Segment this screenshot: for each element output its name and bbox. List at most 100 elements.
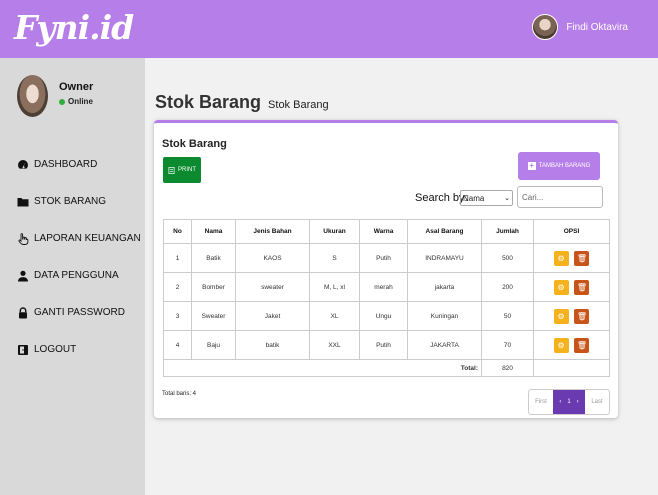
cell: Jaket (235, 301, 310, 331)
profile-name: Owner (59, 81, 94, 93)
gear-icon: ⚙ (557, 311, 565, 321)
sidebar-item-ganti-password[interactable]: GANTI PASSWORD (17, 294, 141, 331)
cell: 1 (163, 243, 192, 273)
cell: INDRAMAYU (407, 243, 482, 273)
cell: 2 (163, 272, 192, 302)
cell: 200 (481, 272, 534, 302)
sidebar-item-label: STOK BARANG (34, 196, 107, 207)
cell: Putih (359, 330, 408, 360)
user-name: Findi Oktavira (566, 21, 628, 33)
status-text: Online (68, 97, 93, 106)
total-baris: Total baris: 4 (162, 391, 197, 397)
cell: 50 (481, 301, 534, 331)
top-bar: Fyni.id Findi Oktavira (0, 0, 658, 58)
cell: Kuningan (407, 301, 482, 331)
pager-prev[interactable]: ‹ (559, 399, 561, 405)
total-value: 820 (481, 359, 534, 377)
search-by-select[interactable]: Nama ⌄ (460, 190, 513, 206)
delete-button[interactable]: 🗑 (574, 279, 590, 295)
tambah-barang-button[interactable]: + TAMBAH BARANG (518, 152, 600, 180)
opsi-cell: ⚙ 🗑 (533, 272, 610, 302)
gear-icon: ⚙ (557, 253, 565, 263)
opsi-cell: ⚙ 🗑 (533, 330, 610, 360)
chevron-down-icon: ⌄ (504, 195, 510, 202)
cell: KAOS (235, 243, 310, 273)
sidebar-item-laporan-keuangan[interactable]: LAPORAN KEUANGAN (17, 220, 141, 257)
pager-current[interactable]: ‹ 1 › (553, 390, 585, 414)
sidebar-item-logout[interactable]: LOGOUT (17, 331, 141, 368)
lock-icon (19, 306, 27, 318)
search-placeholder: Cari... (522, 192, 544, 202)
cell: batik (235, 330, 310, 360)
page-title: Stok Barang Stok Barang (155, 92, 329, 113)
tambah-label: TAMBAH BARANG (538, 163, 591, 169)
cell: XL (309, 301, 360, 331)
print-button[interactable]: PRINT (163, 157, 201, 183)
table-row: 4 Baju batik XXL Putih JAKARTA 70 ⚙ 🗑 (163, 330, 610, 360)
delete-button[interactable]: 🗑 (574, 308, 590, 324)
logout-icon (18, 344, 28, 355)
delete-button[interactable]: 🗑 (574, 250, 590, 266)
edit-button[interactable]: ⚙ (553, 279, 569, 295)
delete-button[interactable]: 🗑 (574, 337, 590, 353)
user-menu[interactable]: Findi Oktavira (532, 14, 628, 40)
table-header-row: No Nama Jenis Bahan Ukuran Warna Asal Ba… (163, 219, 610, 244)
pager-last[interactable]: Last (585, 390, 609, 414)
sidebar-item-stok-barang[interactable]: STOK BARANG (17, 183, 141, 220)
card-title: Stok Barang (162, 138, 227, 150)
stok-table: No Nama Jenis Bahan Ukuran Warna Asal Ba… (163, 219, 610, 377)
col-header: Asal Barang (407, 219, 482, 244)
cell: Batik (191, 243, 236, 273)
edit-button[interactable]: ⚙ (553, 308, 569, 324)
table-row: 1 Batik KAOS S Putih INDRAMAYU 500 ⚙ 🗑 (163, 243, 610, 273)
sidebar-item-label: GANTI PASSWORD (34, 307, 125, 318)
total-label: Total: (163, 359, 482, 377)
gear-icon: ⚙ (557, 340, 565, 350)
edit-button[interactable]: ⚙ (553, 250, 569, 266)
cell: JAKARTA (407, 330, 482, 360)
pagination: First ‹ 1 › Last (528, 389, 610, 415)
folder-icon (17, 197, 29, 206)
profile-panel: Owner Online (17, 75, 93, 117)
cell: jakarta (407, 272, 482, 302)
cell: 4 (163, 330, 192, 360)
cell: Sweater (191, 301, 236, 331)
opsi-cell: ⚙ 🗑 (533, 301, 610, 331)
profile-status: Online (59, 97, 93, 106)
pager-next[interactable]: › (577, 399, 579, 405)
sidebar: Owner Online DASHBOARD STOK BARANG LAPOR… (0, 58, 145, 495)
col-header: Nama (191, 219, 236, 244)
trash-icon: 🗑 (576, 253, 587, 263)
sidebar-item-dashboard[interactable]: DASHBOARD (17, 146, 141, 183)
cell: merah (359, 272, 408, 302)
search-input[interactable]: Cari... (517, 186, 603, 208)
cell: XXL (309, 330, 360, 360)
stok-card: Stok Barang PRINT + TAMBAH BARANG Search… (154, 120, 618, 418)
sidebar-item-data-pengguna[interactable]: DATA PENGGUNA (17, 257, 141, 294)
brand-logo[interactable]: Fyni.id (14, 8, 134, 47)
hand-pointer-icon (18, 232, 29, 245)
gear-icon: ⚙ (557, 282, 565, 292)
sidebar-item-label: LOGOUT (34, 344, 77, 355)
opsi-cell: ⚙ 🗑 (533, 243, 610, 273)
cell: sweater (235, 272, 310, 302)
profile-avatar (17, 75, 48, 117)
search-select-value: Nama (463, 193, 485, 203)
dashboard-icon (17, 159, 29, 169)
col-header: OPSI (533, 219, 610, 244)
page-title-text: Stok Barang (155, 92, 262, 112)
trash-icon: 🗑 (576, 340, 587, 350)
cell: M, L, xl (309, 272, 360, 302)
table-row: 2 Bomber sweater M, L, xl merah jakarta … (163, 272, 610, 302)
edit-button[interactable]: ⚙ (553, 337, 569, 353)
total-empty (533, 359, 610, 377)
cell: 500 (481, 243, 534, 273)
online-dot-icon (59, 98, 65, 105)
pager-page[interactable]: 1 (567, 399, 570, 405)
print-icon (168, 166, 175, 174)
cell: Putih (359, 243, 408, 273)
avatar (532, 14, 559, 40)
page-subtitle: Stok Barang (268, 99, 329, 111)
total-row: Total: 820 (163, 359, 610, 377)
pager-first[interactable]: First (529, 390, 553, 414)
